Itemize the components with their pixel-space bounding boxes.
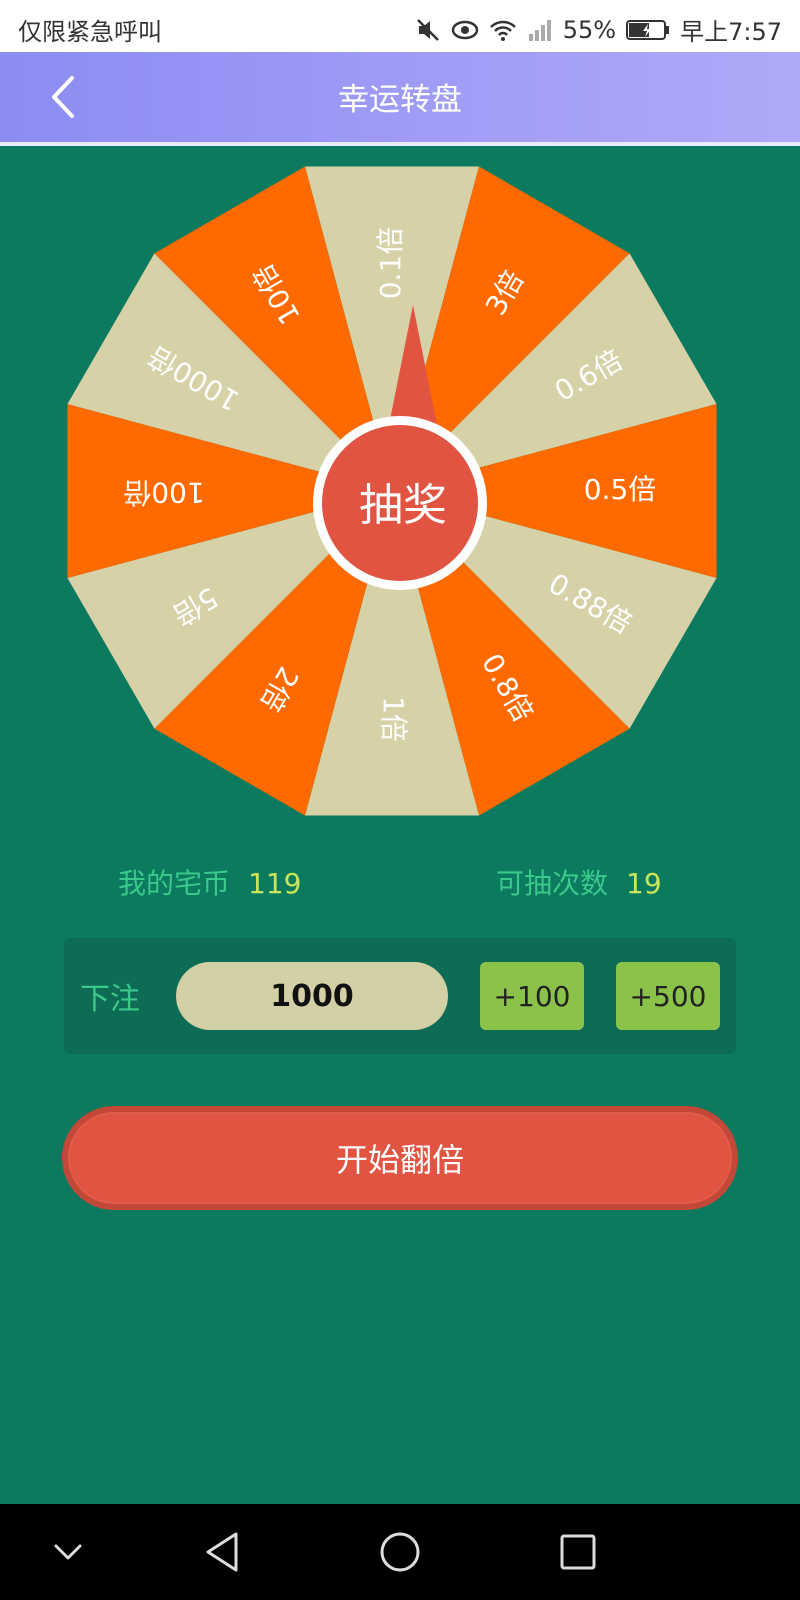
battery-icon (626, 19, 670, 40)
wheel-segment-label: 1倍 (377, 696, 410, 742)
status-bar: 仅限紧急呼叫 55% 早上7:57 (0, 0, 800, 52)
bet-label: 下注 (80, 982, 140, 1017)
bet-panel: 下注 1000 +100 +500 (64, 938, 736, 1054)
clock: 早上7:57 (680, 18, 782, 46)
bet-amount-input[interactable]: 1000 (176, 962, 448, 1030)
mute-icon (416, 18, 439, 41)
page-title: 幸运转盘 (338, 82, 462, 118)
wheel-segment-label: 0.1倍 (374, 227, 407, 300)
back-triangle-icon[interactable] (202, 1530, 242, 1574)
battery-percent: 55% (562, 15, 617, 44)
recents-square-icon[interactable] (558, 1532, 598, 1572)
draws-value: 19 (626, 867, 662, 900)
navigation-bar (0, 1504, 800, 1600)
wheel-segment-label: 100倍 (123, 476, 204, 509)
status-icons: 55% 早上7:57 (415, 12, 782, 47)
coins-label: 我的宅币 (118, 867, 231, 900)
chevron-down-icon[interactable] (50, 1534, 86, 1570)
draw-label: 抽奖 (359, 480, 447, 531)
home-circle-icon[interactable] (378, 1530, 422, 1574)
coins-info: 我的宅币 119 (118, 862, 301, 902)
carrier-text: 仅限紧急呼叫 (18, 18, 162, 46)
add-100-button[interactable]: +100 (480, 962, 584, 1030)
coins-value: 119 (248, 867, 302, 900)
app-header: 幸运转盘 (0, 52, 800, 142)
draws-label: 可抽次数 (496, 867, 609, 900)
eye-icon (451, 20, 478, 39)
start-double-button[interactable]: 开始翻倍 (62, 1106, 738, 1210)
signal-icon (528, 19, 551, 41)
prize-wheel: 0.1倍 3倍0.6倍0.5倍0.88倍0.8倍1倍2倍5倍100倍1000倍10… (67, 166, 717, 816)
add-500-button[interactable]: +500 (616, 962, 720, 1030)
wifi-icon (489, 20, 516, 41)
wheel-segment-label: 0.5倍 (584, 473, 657, 506)
draws-info: 可抽次数 19 (496, 862, 662, 902)
